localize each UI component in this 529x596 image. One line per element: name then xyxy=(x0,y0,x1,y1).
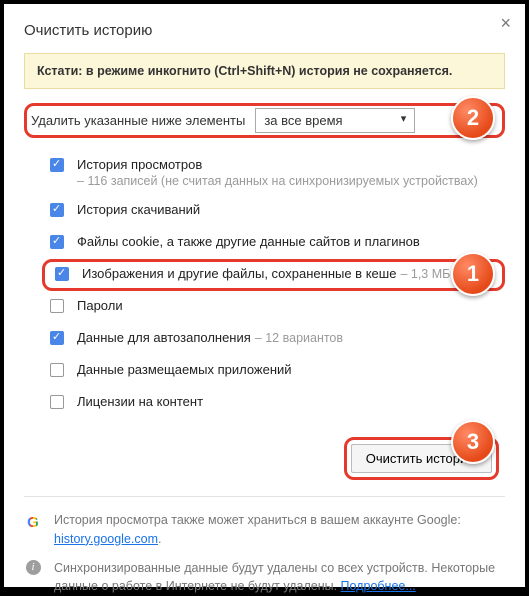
list-item[interactable]: Изображения и другие файлы, сохраненные … xyxy=(42,259,505,291)
checkbox-passwords[interactable] xyxy=(50,299,64,313)
google-icon: G xyxy=(27,512,39,535)
history-google-link[interactable]: history.google.com xyxy=(54,532,158,546)
checkbox-licenses[interactable] xyxy=(50,395,64,409)
item-label: Данные для автозаполнения xyxy=(77,330,251,345)
divider xyxy=(24,496,505,497)
checkbox-cached-images[interactable] xyxy=(55,267,69,281)
sync-info-text: Синхронизированные данные будут удалены … xyxy=(54,561,495,594)
annotation-badge-2: 2 xyxy=(451,96,495,140)
list-item[interactable]: История скачиваний xyxy=(42,195,505,227)
item-label: Данные размещаемых приложений xyxy=(77,362,292,377)
time-range-select[interactable]: за все время xyxy=(255,108,415,133)
google-account-info: G История просмотра также может хранитьс… xyxy=(24,511,505,549)
item-label: Пароли xyxy=(77,298,123,313)
annotation-badge-3: 3 xyxy=(451,420,495,464)
item-label: Изображения и другие файлы, сохраненные … xyxy=(82,266,396,281)
checkbox-list: История просмотров – 116 записей (не счи… xyxy=(42,150,505,419)
list-item[interactable]: История просмотров – 116 записей (не счи… xyxy=(42,150,505,195)
item-hint: 116 записей (не считая данных на синхрон… xyxy=(87,174,477,188)
google-info-text: История просмотра также может храниться … xyxy=(54,513,461,527)
item-label: Файлы cookie, а также другие данные сайт… xyxy=(77,234,420,249)
close-icon[interactable]: × xyxy=(500,14,511,32)
item-hint: 12 вариантов xyxy=(265,331,343,345)
checkbox-autofill[interactable] xyxy=(50,331,64,345)
list-item[interactable]: Данные для автозаполнения – 12 вариантов xyxy=(42,323,505,355)
checkbox-browsing-history[interactable] xyxy=(50,158,64,172)
time-range-label: Удалить указанные ниже элементы xyxy=(31,113,245,128)
list-item[interactable]: Данные размещаемых приложений xyxy=(42,355,505,387)
time-range-value: за все время xyxy=(264,113,342,128)
item-label: История просмотров xyxy=(77,157,478,172)
notice-text: Кстати: в режиме инкогнито (Ctrl+Shift+N… xyxy=(37,64,452,78)
dialog-title: Очистить историю xyxy=(24,22,505,39)
info-icon: i xyxy=(26,560,41,575)
list-item[interactable]: Пароли xyxy=(42,291,505,323)
checkbox-hosted-apps[interactable] xyxy=(50,363,64,377)
checkbox-download-history[interactable] xyxy=(50,203,64,217)
action-row: Очистить историю xyxy=(24,437,505,480)
checkbox-cookies[interactable] xyxy=(50,235,64,249)
clear-history-dialog: × Очистить историю Кстати: в режиме инко… xyxy=(4,4,525,587)
learn-more-link[interactable]: Подробнее... xyxy=(341,579,416,593)
list-item[interactable]: Файлы cookie, а также другие данные сайт… xyxy=(42,227,505,259)
sync-info: i Синхронизированные данные будут удален… xyxy=(24,559,505,596)
list-item[interactable]: Лицензии на контент xyxy=(42,387,505,419)
item-label: История скачиваний xyxy=(77,202,200,217)
item-hint: 1,3 МБ xyxy=(411,267,450,281)
item-label: Лицензии на контент xyxy=(77,394,203,409)
time-range-row: Удалить указанные ниже элементы за все в… xyxy=(24,103,505,138)
annotation-badge-1: 1 xyxy=(451,252,495,296)
incognito-notice: Кстати: в режиме инкогнито (Ctrl+Shift+N… xyxy=(24,53,505,89)
